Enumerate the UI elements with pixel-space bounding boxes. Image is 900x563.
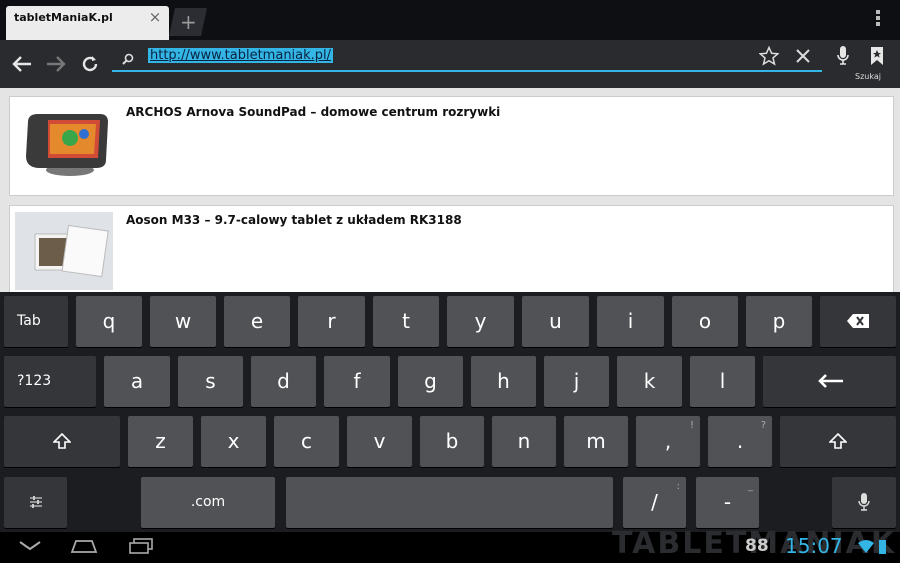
key-a[interactable]: a [104, 356, 170, 407]
key-u[interactable]: u [522, 296, 589, 347]
article-thumbnail[interactable] [15, 212, 113, 290]
tab-close-icon[interactable]: × [146, 8, 164, 26]
notification-count: 88 [745, 536, 769, 556]
recent-apps-icon[interactable] [128, 538, 154, 558]
key-n[interactable]: n [492, 416, 556, 467]
key-q[interactable]: q [76, 296, 142, 347]
key-period-label: . [736, 429, 744, 453]
key-j[interactable]: j [544, 356, 609, 407]
search-icon [122, 51, 135, 70]
mic-icon[interactable] [836, 45, 850, 71]
key-c[interactable]: c [274, 416, 339, 467]
shift-icon [828, 432, 848, 449]
menu-icon[interactable] [868, 8, 888, 32]
space-key[interactable] [286, 477, 613, 528]
star-icon[interactable] [758, 45, 780, 70]
key-m[interactable]: m [564, 416, 628, 467]
back-icon[interactable] [4, 46, 40, 82]
key-e[interactable]: e [224, 296, 290, 347]
home-icon[interactable] [70, 538, 98, 558]
backspace-icon [847, 314, 869, 328]
bookmark-icon[interactable] [870, 46, 884, 70]
key-period[interactable]: . ? [708, 416, 772, 467]
key-f[interactable]: f [324, 356, 390, 407]
key-period-hint: ? [760, 420, 766, 431]
key-p[interactable]: p [746, 296, 812, 347]
key-dash[interactable]: - _ [696, 477, 759, 528]
forward-icon[interactable] [38, 46, 74, 82]
settings-key[interactable] [4, 477, 67, 528]
key-dash-hint: _ [748, 481, 753, 492]
key-h[interactable]: h [471, 356, 536, 407]
key-i[interactable]: i [597, 296, 664, 347]
article-title[interactable]: ARCHOS Arnova SoundPad – domowe centrum … [126, 105, 500, 119]
key-x[interactable]: x [201, 416, 266, 467]
backspace-key[interactable] [820, 296, 896, 347]
shift-icon [52, 432, 72, 449]
settings-icon [29, 496, 42, 508]
key-d[interactable]: d [251, 356, 316, 407]
search-hint[interactable]: Szukaj [855, 72, 881, 81]
wifi-icon [858, 538, 874, 557]
shift-key-left[interactable] [4, 416, 120, 467]
tab-key[interactable]: Tab [4, 296, 68, 347]
enter-icon [817, 374, 843, 388]
key-w[interactable]: w [150, 296, 216, 347]
dotcom-key[interactable]: .com [141, 477, 275, 528]
clock: 15:07 [785, 534, 843, 558]
tab-title: tabletManiaK.pl [14, 11, 113, 24]
url-text[interactable]: http://www.tabletmaniak.pl/ [148, 48, 334, 63]
key-comma[interactable]: , ! [636, 416, 700, 467]
key-dash-label: - [723, 490, 732, 514]
plus-icon: + [179, 10, 197, 34]
key-comma-label: , [664, 429, 672, 453]
key-v[interactable]: v [347, 416, 412, 467]
key-r[interactable]: r [298, 296, 365, 347]
close-icon[interactable] [795, 48, 811, 68]
keyboard-hide-icon[interactable] [18, 538, 42, 557]
key-g[interactable]: g [398, 356, 463, 407]
refresh-icon[interactable] [72, 46, 108, 82]
key-b[interactable]: b [420, 416, 484, 467]
mic-icon [858, 493, 870, 511]
voice-key[interactable] [832, 477, 896, 528]
shift-key-right[interactable] [780, 416, 896, 467]
new-tab-button[interactable]: + [169, 8, 207, 36]
article-title[interactable]: Aoson M33 – 9.7-calowy tablet z układem … [126, 213, 462, 227]
key-z[interactable]: z [128, 416, 193, 467]
article-thumbnail[interactable] [18, 110, 110, 180]
battery-icon [879, 540, 886, 554]
symbols-key[interactable]: ?123 [4, 356, 96, 407]
enter-key[interactable] [763, 356, 896, 407]
key-l[interactable]: l [690, 356, 755, 407]
key-slash-hint: : [676, 481, 680, 492]
key-slash-label: / [651, 490, 658, 514]
key-comma-hint: ! [689, 420, 694, 431]
key-s[interactable]: s [178, 356, 243, 407]
soft-keyboard: Tab q w e r t y u i o p ?123 a s d f g h… [0, 292, 900, 532]
key-o[interactable]: o [672, 296, 738, 347]
key-k[interactable]: k [617, 356, 682, 407]
key-slash[interactable]: / : [623, 477, 686, 528]
key-y[interactable]: y [447, 296, 514, 347]
key-t[interactable]: t [373, 296, 439, 347]
